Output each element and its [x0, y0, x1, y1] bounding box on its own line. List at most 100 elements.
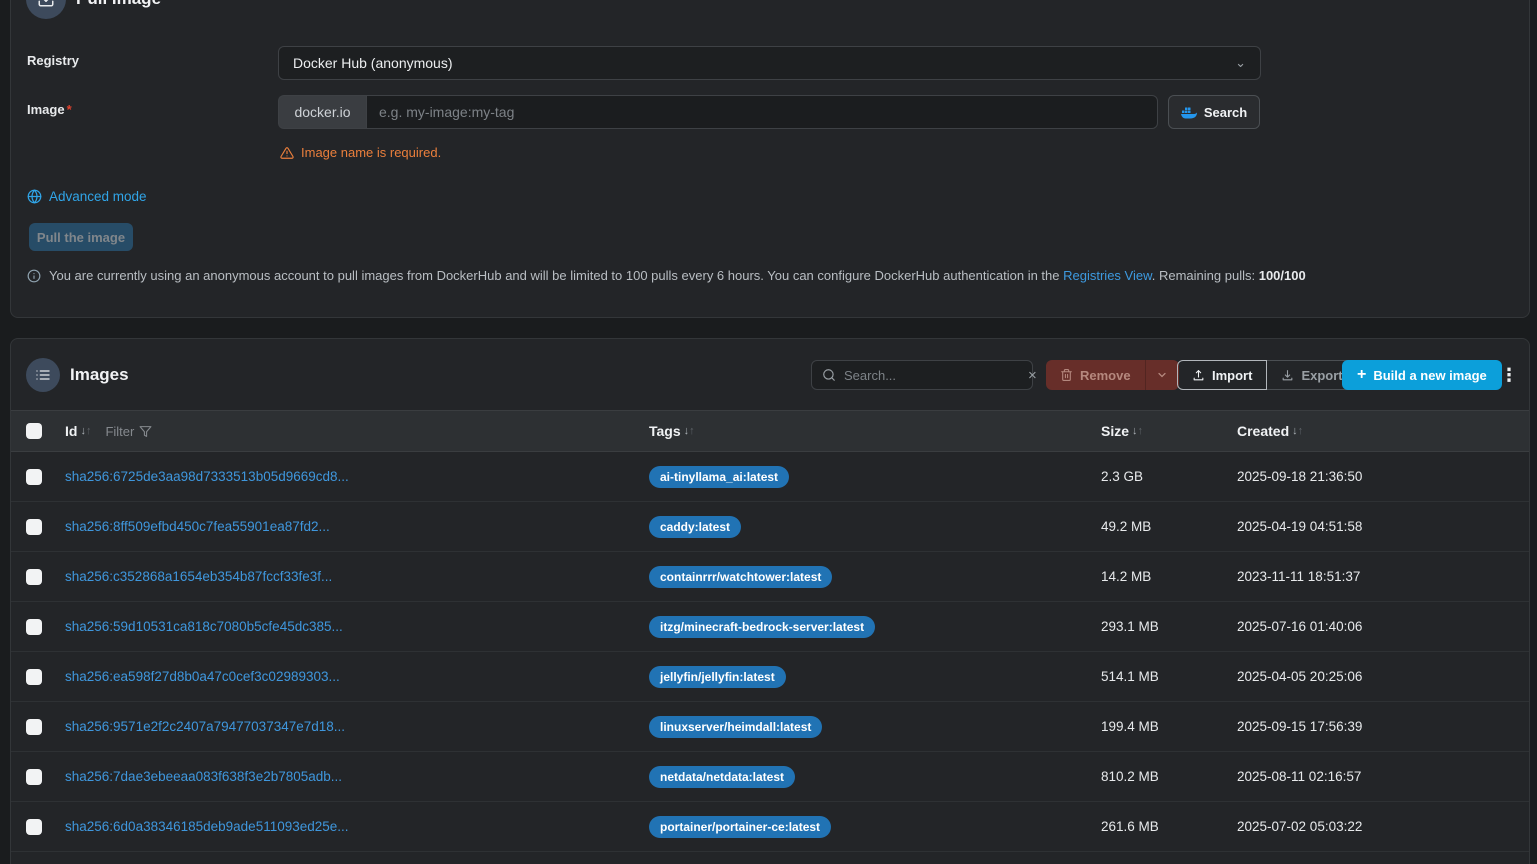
- image-size: 810.2 MB: [1101, 769, 1159, 784]
- registry-selected-value: Docker Hub (anonymous): [293, 55, 453, 71]
- table-header-row: Id ↓↑ Filter Tags ↓↑ Size ↓↑ Created ↓↑: [11, 410, 1529, 452]
- registry-select[interactable]: Docker Hub (anonymous) ⌄: [278, 46, 1261, 80]
- image-created: 2023-11-11 18:51:37: [1237, 569, 1360, 584]
- sort-icon: ↓↑: [80, 426, 91, 437]
- image-id-link[interactable]: sha256:8ff509efbd450c7fea55901ea87fd2...: [65, 519, 330, 534]
- import-export-group: Import Export: [1177, 360, 1358, 390]
- row-checkbox[interactable]: [26, 719, 42, 735]
- image-size: 49.2 MB: [1101, 519, 1151, 534]
- more-options-icon[interactable]: ⋮: [1497, 360, 1521, 390]
- plus-icon: +: [1357, 366, 1366, 384]
- row-checkbox[interactable]: [26, 769, 42, 785]
- images-search-box: ×: [811, 360, 1033, 390]
- remaining-pulls-count: 100/100: [1259, 268, 1306, 283]
- pull-image-title-row: Pull Image: [26, 0, 161, 19]
- image-size: 514.1 MB: [1101, 669, 1159, 684]
- upload-icon: [1192, 369, 1205, 382]
- image-created: 2025-07-16 01:40:06: [1237, 619, 1362, 634]
- column-header-tags[interactable]: Tags ↓↑: [641, 423, 1093, 439]
- image-tag-badge: caddy:latest: [649, 516, 741, 538]
- page-title: Pull Image: [76, 0, 161, 9]
- advanced-mode-link[interactable]: Advanced mode: [27, 189, 147, 204]
- image-id-link[interactable]: sha256:59d10531ca818c7080b5cfe45dc385...: [65, 619, 343, 634]
- images-list-widget: Images × Remove: [10, 338, 1530, 864]
- table-row: sha256:59d10531ca818c7080b5cfe45dc385...…: [11, 602, 1529, 652]
- funnel-icon: [139, 425, 152, 438]
- globe-icon: [27, 189, 42, 204]
- image-tag-badge: portainer/portainer-ce:latest: [649, 816, 831, 838]
- image-registry-prefix: docker.io: [278, 95, 366, 129]
- pull-the-image-button[interactable]: Pull the image: [29, 223, 133, 251]
- image-size: 293.1 MB: [1101, 619, 1159, 634]
- image-created: 2025-08-11 02:16:57: [1237, 769, 1361, 784]
- image-size: 261.6 MB: [1101, 819, 1159, 834]
- table-row: sha256:8ff509efbd450c7fea55901ea87fd2...…: [11, 502, 1529, 552]
- image-id-link[interactable]: sha256:6725de3aa98d7333513b05d9669cd8...: [65, 469, 349, 484]
- table-row: sha256:7dae3ebeeaa083f638f3e2b7805adb...…: [11, 752, 1529, 802]
- image-created: 2025-09-15 17:56:39: [1237, 719, 1362, 734]
- search-image-button[interactable]: Search: [1168, 95, 1260, 129]
- images-search-input[interactable]: [844, 368, 1020, 383]
- remove-split-button: Remove: [1046, 360, 1179, 390]
- row-checkbox[interactable]: [26, 519, 42, 535]
- chevron-down-icon: ⌄: [1235, 55, 1246, 71]
- image-tag-badge: itzg/minecraft-bedrock-server:latest: [649, 616, 875, 638]
- image-tag-badge: containrrr/watchtower:latest: [649, 566, 832, 588]
- image-size: 2.3 GB: [1101, 469, 1143, 484]
- download-tray-icon: [1281, 369, 1294, 382]
- image-required-error: Image name is required.: [280, 145, 441, 160]
- image-tag-badge: ai-tinyllama_ai:latest: [649, 466, 789, 488]
- required-asterisk: *: [67, 102, 72, 117]
- images-table: Id ↓↑ Filter Tags ↓↑ Size ↓↑ Created ↓↑: [11, 410, 1529, 852]
- image-id-link[interactable]: sha256:c352868a1654eb354b87fccf33fe3f...: [65, 569, 332, 584]
- table-row: sha256:c352868a1654eb354b87fccf33fe3f...…: [11, 552, 1529, 602]
- image-tag-badge: netdata/netdata:latest: [649, 766, 795, 788]
- image-tag-badge: linuxserver/heimdall:latest: [649, 716, 822, 738]
- select-all-checkbox[interactable]: [26, 423, 42, 439]
- image-id-link[interactable]: sha256:6d0a38346185deb9ade511093ed25e...: [65, 819, 349, 834]
- image-id-link[interactable]: sha256:ea598f27d8b0a47c0cef3c02989303...: [65, 669, 340, 684]
- id-filter-button[interactable]: Filter: [105, 424, 152, 439]
- anonymous-account-info: You are currently using an anonymous acc…: [27, 268, 1306, 283]
- remove-button[interactable]: Remove: [1046, 360, 1145, 390]
- docker-whale-icon: [1181, 106, 1197, 119]
- warning-triangle-icon: [280, 146, 294, 160]
- list-icon: [26, 358, 60, 392]
- table-row: sha256:ea598f27d8b0a47c0cef3c02989303...…: [11, 652, 1529, 702]
- row-checkbox[interactable]: [26, 619, 42, 635]
- row-checkbox[interactable]: [26, 819, 42, 835]
- sort-icon: ↓↑: [1132, 426, 1143, 437]
- registries-view-link[interactable]: Registries View: [1063, 268, 1152, 283]
- images-title-row: Images: [26, 358, 129, 392]
- image-created: 2025-09-18 21:36:50: [1237, 469, 1362, 484]
- sort-icon: ↓↑: [684, 426, 695, 437]
- images-section-title: Images: [70, 365, 129, 385]
- image-size: 14.2 MB: [1101, 569, 1151, 584]
- sort-icon: ↓↑: [1292, 426, 1303, 437]
- build-new-image-button[interactable]: + Build a new image: [1342, 360, 1502, 390]
- image-label: Image*: [27, 102, 72, 117]
- remove-dropdown-toggle[interactable]: [1145, 360, 1179, 390]
- image-id-link[interactable]: sha256:7dae3ebeeaa083f638f3e2b7805adb...: [65, 769, 342, 784]
- row-checkbox[interactable]: [26, 669, 42, 685]
- clear-search-icon[interactable]: ×: [1028, 367, 1037, 384]
- image-created: 2025-04-19 04:51:58: [1237, 519, 1362, 534]
- image-id-link[interactable]: sha256:9571e2f2c2407a79477037347e7d18...: [65, 719, 345, 734]
- image-size: 199.4 MB: [1101, 719, 1159, 734]
- image-created: 2025-07-02 05:03:22: [1237, 819, 1362, 834]
- column-header-created[interactable]: Created ↓↑: [1229, 423, 1529, 439]
- column-header-id[interactable]: Id ↓↑ Filter: [57, 423, 641, 439]
- table-row: sha256:9571e2f2c2407a79477037347e7d18...…: [11, 702, 1529, 752]
- pull-image-widget: Pull Image Registry Docker Hub (anonymou…: [10, 0, 1530, 318]
- table-row: sha256:6725de3aa98d7333513b05d9669cd8...…: [11, 452, 1529, 502]
- table-row: sha256:6d0a38346185deb9ade511093ed25e...…: [11, 802, 1529, 852]
- download-icon: [26, 0, 66, 19]
- registry-label: Registry: [27, 53, 79, 68]
- column-header-size[interactable]: Size ↓↑: [1093, 423, 1229, 439]
- row-checkbox[interactable]: [26, 469, 42, 485]
- trash-icon: [1060, 368, 1073, 382]
- row-checkbox[interactable]: [26, 569, 42, 585]
- image-name-input[interactable]: [366, 95, 1158, 129]
- image-created: 2025-04-05 20:25:06: [1237, 669, 1362, 684]
- import-button[interactable]: Import: [1177, 360, 1267, 390]
